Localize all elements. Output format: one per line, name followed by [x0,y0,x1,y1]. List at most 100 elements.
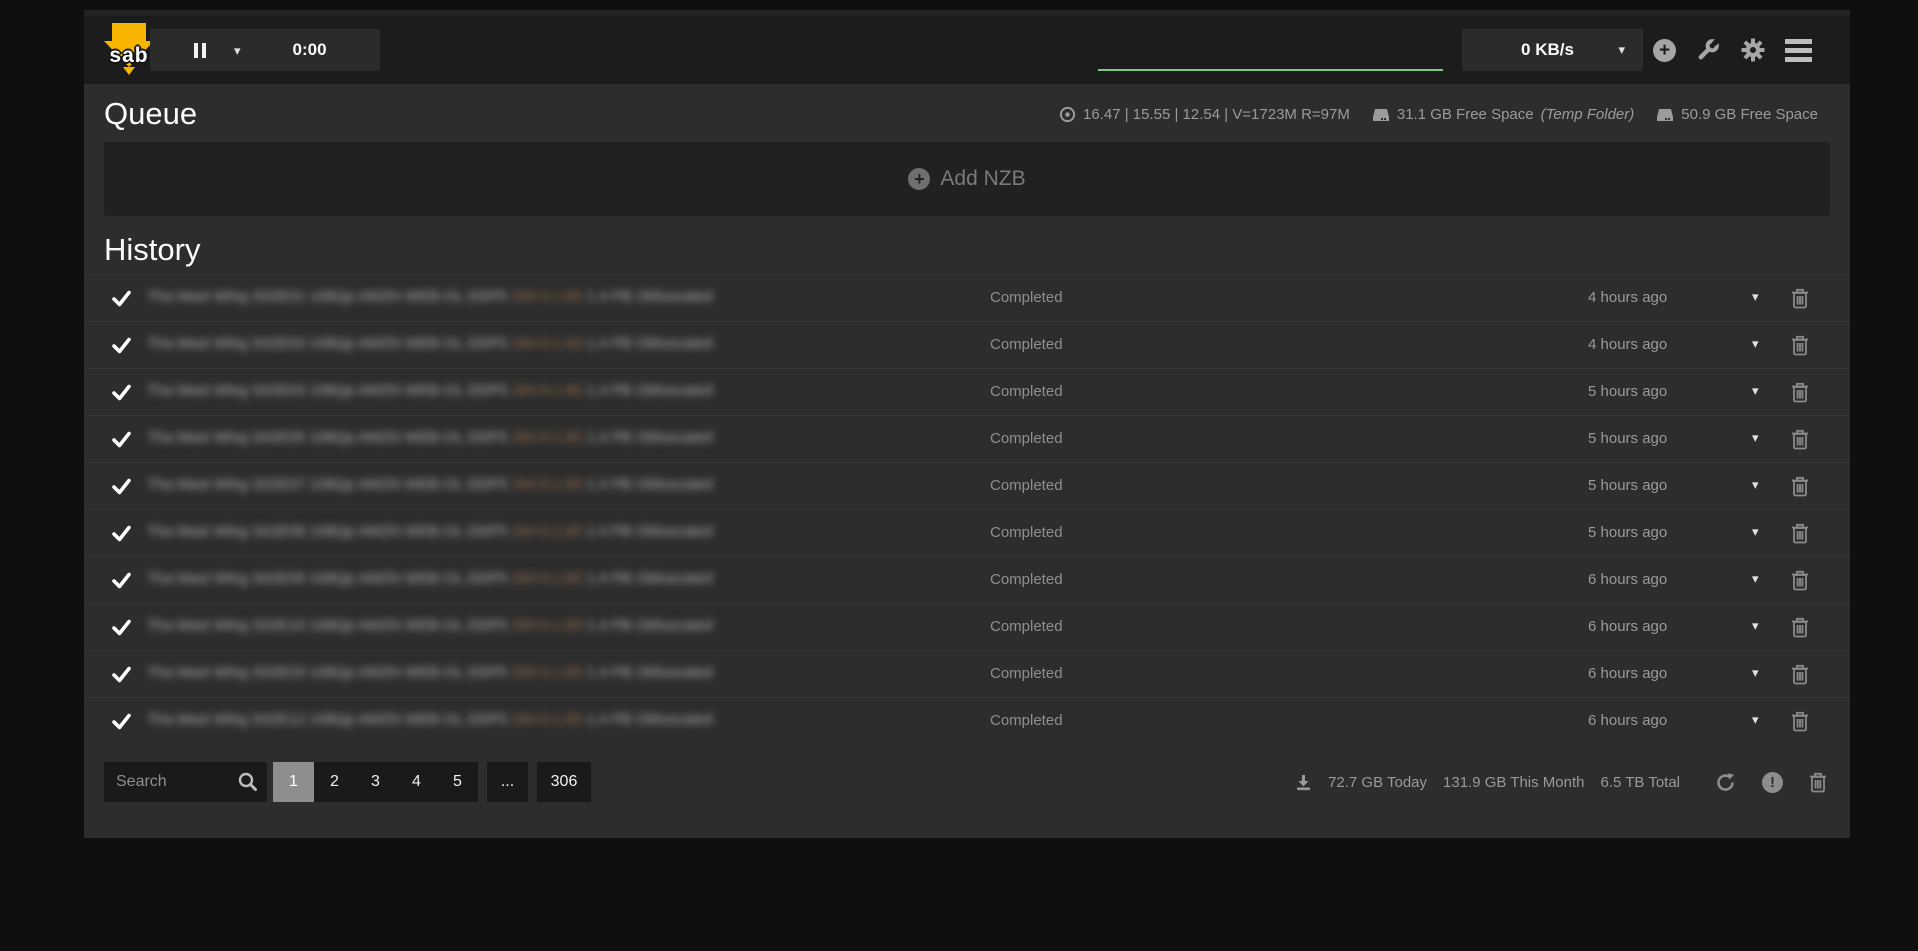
history-item-name-blurred[interactable]: Tha Mast Wlng S02E12 108Qp AMZN WEB-OL D… [147,711,792,733]
add-nzb-dropzone[interactable]: + Add NZB [104,142,1830,216]
navbar: sab ▾ 0:00 0 KB/s ▾ + [84,16,1850,84]
status-label: Completed [990,665,1063,682]
history-item-name-blurred[interactable]: Tha Mast Wlng S02E07 108Qp AMZN WEB-OL D… [147,476,792,498]
check-icon [112,477,131,496]
search-icon [237,771,258,792]
row-dropdown-caret[interactable]: ▾ [1752,619,1759,632]
table-row: Tha Mast Wlng S02E03 108Qp AMZN WEB-OL D… [84,321,1850,368]
speed-dropdown-caret: ▾ [1618,43,1625,56]
history-item-name-blurred[interactable]: Tha Mast Wlng S02E09 108Qp AMZN WEB-OL D… [147,570,792,592]
trash-icon[interactable] [1790,569,1810,591]
table-row: Tha Mast Wlng S02E07 108Qp AMZN WEB-OL D… [84,462,1850,509]
table-row: Tha Mast Wlng S02E08 108Qp AMZN WEB-OL D… [84,509,1850,556]
download-icon [1295,774,1312,791]
trash-icon[interactable] [1790,616,1810,638]
history-item-name-blurred[interactable]: Tha Mast Wlng S02E08 108Qp AMZN WEB-OL D… [147,523,792,545]
trash-icon[interactable] [1790,475,1810,497]
quota-text: 16.47 | 15.55 | 12.54 | V=1723M R=97M [1083,106,1350,123]
menu-hamburger-icon[interactable] [1785,39,1812,62]
check-icon [112,383,131,402]
check-icon [112,524,131,543]
row-dropdown-caret[interactable]: ▾ [1752,713,1759,726]
row-dropdown-caret[interactable]: ▾ [1752,666,1759,679]
logo-wordmark: sab [102,44,156,68]
check-icon [112,430,131,449]
trash-icon[interactable] [1790,663,1810,685]
refresh-icon[interactable] [1714,771,1737,794]
pause-controls: ▾ 0:00 [150,29,380,71]
check-icon [112,712,131,731]
table-row: Tha Mast Wlng S02E12 108Qp AMZN WEB-OL D… [84,697,1850,744]
history-item-name-blurred[interactable]: Tha Mast Wlng S02E03 108Qp AMZN WEB-OL D… [147,335,792,357]
page-button-3[interactable]: 3 [355,762,396,802]
age-label: 4 hours ago [1588,336,1718,353]
check-icon [112,618,131,637]
table-row: Tha Mast Wlng S02E03 108Qp AMZN WEB-OL D… [84,650,1850,697]
check-icon [112,289,131,308]
trash-icon[interactable] [1790,428,1810,450]
page-button-2[interactable]: 2 [314,762,355,802]
history-title: History [84,216,1850,274]
logo-arrow-tip [123,67,135,75]
trash-icon[interactable] [1790,334,1810,356]
history-item-name-blurred[interactable]: Tha Mast Wlng S02E01 108Qp AMZN WEB-OL D… [147,288,792,310]
page-button-last[interactable]: 306 [537,762,591,802]
page-button-4[interactable]: 4 [396,762,437,802]
temp-free-text: 31.1 GB Free Space [1397,106,1534,123]
history-footer: 1 2 3 4 5 ... 306 72.7 GB Today 131.9 GB… [84,762,1850,802]
row-dropdown-caret[interactable]: ▾ [1752,431,1759,444]
status-label: Completed [990,618,1063,635]
history-item-name-blurred[interactable]: Tha Mast Wlng S02E10 108Qp AMZN WEB-OL D… [147,617,792,639]
wrench-icon[interactable] [1695,37,1721,63]
history-item-name-blurred[interactable]: Tha Mast Wlng S02E03 108Qp AMZN WEB-OL D… [147,664,792,686]
page-button-1[interactable]: 1 [273,762,314,802]
trash-icon[interactable] [1790,381,1810,403]
age-label: 6 hours ago [1588,712,1718,729]
row-dropdown-caret[interactable]: ▾ [1752,384,1759,397]
age-label: 6 hours ago [1588,665,1718,682]
navbar-icon-group: + [1653,16,1812,84]
trash-icon[interactable] [1790,710,1810,732]
trash-icon[interactable] [1808,771,1828,793]
row-dropdown-caret[interactable]: ▾ [1752,572,1759,585]
history-table: Tha Mast Wlng S02E01 108Qp AMZN WEB-OL D… [84,274,1850,744]
pause-dropdown-caret[interactable]: ▾ [234,44,241,57]
status-label: Completed [990,289,1063,306]
age-label: 5 hours ago [1588,477,1718,494]
app-container: sab ▾ 0:00 0 KB/s ▾ + [84,10,1850,838]
disk-free-stat: 50.9 GB Free Space [1656,106,1818,123]
plus-circle-icon: + [908,168,930,190]
age-label: 5 hours ago [1588,383,1718,400]
quota-stat: 16.47 | 15.55 | 12.54 | V=1723M R=97M [1059,106,1350,123]
check-icon [112,571,131,590]
add-nzb-icon[interactable]: + [1653,39,1676,62]
age-label: 6 hours ago [1588,618,1718,635]
age-label: 4 hours ago [1588,289,1718,306]
history-item-name-blurred[interactable]: Tha Mast Wlng S02E05 108Qp AMZN WEB-OL D… [147,429,792,451]
row-dropdown-caret[interactable]: ▾ [1752,337,1759,350]
status-label: Completed [990,430,1063,447]
sabnzbd-logo[interactable]: sab [102,20,156,80]
row-dropdown-caret[interactable]: ▾ [1752,478,1759,491]
trash-icon[interactable] [1790,287,1810,309]
speed-limit-button[interactable]: 0 KB/s ▾ [1462,29,1643,71]
age-label: 6 hours ago [1588,571,1718,588]
pause-icon[interactable] [194,43,206,58]
page-button-5[interactable]: 5 [437,762,478,802]
queue-stats: 16.47 | 15.55 | 12.54 | V=1723M R=97M 31… [1045,106,1818,123]
row-dropdown-caret[interactable]: ▾ [1752,290,1759,303]
speed-graph-flatline [1098,69,1443,71]
table-row: Tha Mast Wlng S02E05 108Qp AMZN WEB-OL D… [84,415,1850,462]
hard-drive-icon [1372,107,1390,123]
history-item-name-blurred[interactable]: Tha Mast Wlng S02E03 108Qp AMZN WEB-OL D… [147,382,792,404]
trash-icon[interactable] [1790,522,1810,544]
table-row: Tha Mast Wlng S02E03 108Qp AMZN WEB-OL D… [84,368,1850,415]
queue-section-header: Queue 16.47 | 15.55 | 12.54 | V=1723M R=… [84,84,1850,132]
search-box [104,762,267,802]
row-dropdown-caret[interactable]: ▾ [1752,525,1759,538]
page-button-ellipsis[interactable]: ... [487,762,528,802]
info-icon[interactable]: ! [1762,772,1783,793]
pause-timer[interactable]: 0:00 [293,40,327,60]
gear-icon[interactable] [1740,37,1766,63]
status-label: Completed [990,524,1063,541]
